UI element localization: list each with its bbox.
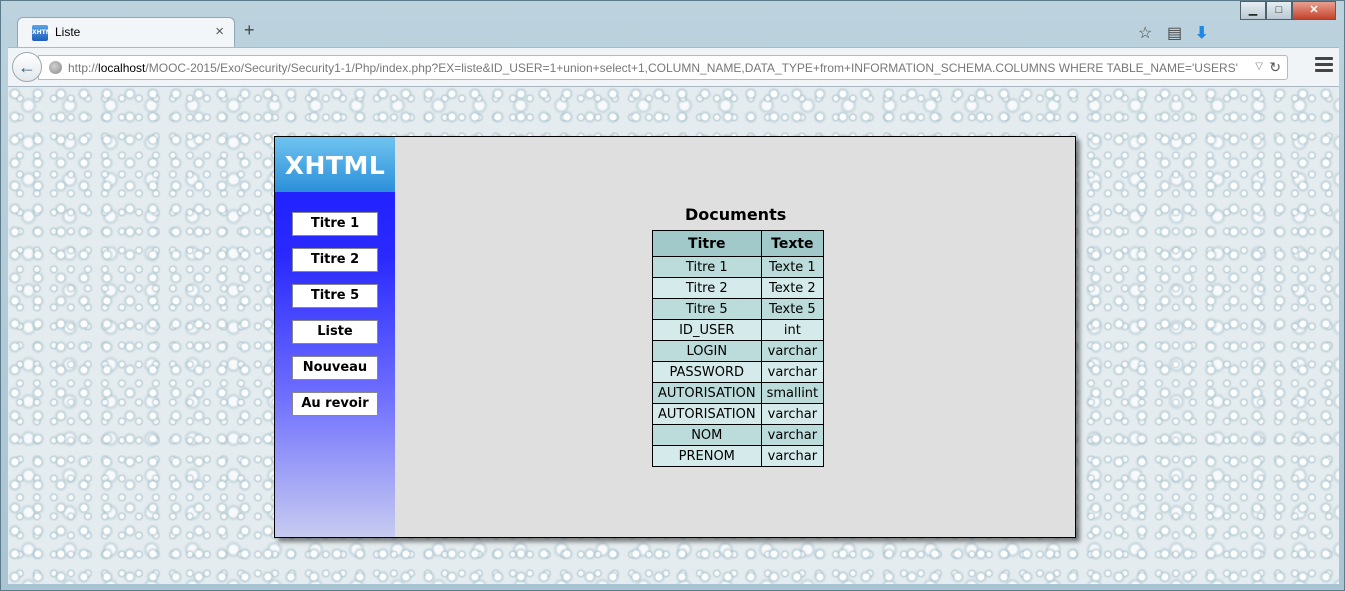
download-icon[interactable]: ⬇	[1195, 23, 1208, 43]
table-cell: varchar	[760, 340, 825, 362]
back-button[interactable]: ←	[12, 52, 42, 82]
table-cell: PASSWORD	[652, 361, 762, 383]
reload-icon[interactable]: ↻	[1269, 59, 1281, 76]
column-header-titre: Titre	[652, 230, 762, 257]
table-cell: Titre 2	[652, 277, 762, 299]
url-prefix: http://	[68, 61, 99, 75]
url-host: localhost	[98, 61, 146, 75]
column-header-texte: Texte	[760, 230, 825, 257]
url-dropdown-icon[interactable]: ▽	[1255, 61, 1263, 72]
documents-table: Titre Texte Titre 1 Texte 1 Titre 2 Text…	[652, 230, 825, 467]
table-cell: AUTORISATION	[652, 403, 762, 425]
table-cell: Texte 2	[760, 277, 825, 299]
table-row: AUTORISATION varchar	[652, 403, 825, 425]
table-cell: Titre 1	[652, 256, 762, 278]
table-row: PRENOM varchar	[652, 445, 825, 467]
table-cell: varchar	[760, 424, 825, 446]
menu-button-titre-5[interactable]: Titre 5	[292, 284, 378, 308]
bookmark-star-icon[interactable]: ☆	[1138, 23, 1152, 43]
table-cell: LOGIN	[652, 340, 762, 362]
table-cell: varchar	[760, 361, 825, 383]
table-title: Documents	[685, 205, 787, 224]
table-cell: Titre 5	[652, 298, 762, 320]
menu-button-titre-2[interactable]: Titre 2	[292, 248, 378, 272]
table-cell: varchar	[760, 445, 825, 467]
table-cell: Texte 1	[760, 256, 825, 278]
url-text[interactable]: http://localhost/MOOC-2015/Exo/Security/…	[68, 61, 1238, 75]
table-row: ID_USER int	[652, 319, 825, 341]
page-viewport: XHTML Titre 1 Titre 2 Titre 5 Liste Nouv…	[8, 87, 1339, 584]
minimize-button[interactable]: ▁	[1240, 1, 1266, 20]
globe-icon	[49, 61, 62, 74]
table-cell: PRENOM	[652, 445, 762, 467]
table-cell: AUTORISATION	[652, 382, 762, 404]
table-row: NOM varchar	[652, 424, 825, 446]
browser-window: XHTML Liste × + ▁ □ ✕ ☆ ▤ ⬇ http://local…	[0, 0, 1345, 591]
reading-list-icon[interactable]: ▤	[1167, 23, 1182, 43]
table-row: Titre 1 Texte 1	[652, 256, 825, 278]
tab-liste[interactable]: XHTML Liste ×	[17, 17, 235, 47]
url-path: /MOOC-2015/Exo/Security/Security1-1/Php/…	[145, 61, 1238, 75]
xhtml-favicon-icon: XHTML	[32, 25, 56, 41]
page-container: XHTML Titre 1 Titre 2 Titre 5 Liste Nouv…	[274, 136, 1076, 538]
new-tab-button[interactable]: +	[244, 20, 255, 41]
table-cell: NOM	[652, 424, 762, 446]
close-window-button[interactable]: ✕	[1292, 1, 1336, 20]
table-row: LOGIN varchar	[652, 340, 825, 362]
menu-button-au-revoir[interactable]: Au revoir	[292, 392, 378, 416]
menu-icon[interactable]	[1315, 57, 1333, 75]
table-cell: varchar	[760, 403, 825, 425]
menu-button-liste[interactable]: Liste	[292, 320, 378, 344]
url-bar[interactable]: http://localhost/MOOC-2015/Exo/Security/…	[38, 55, 1288, 80]
maximize-button[interactable]: □	[1266, 1, 1292, 20]
table-row: Titre 2 Texte 2	[652, 277, 825, 299]
menu-button-titre-1[interactable]: Titre 1	[292, 212, 378, 236]
tab-title: Liste	[55, 25, 81, 39]
table-row: PASSWORD varchar	[652, 361, 825, 383]
xhtml-logo: XHTML	[275, 137, 395, 192]
title-bar: XHTML Liste × + ▁ □ ✕ ☆ ▤ ⬇	[1, 1, 1344, 47]
table-header-row: Titre Texte	[652, 230, 825, 257]
close-tab-icon[interactable]: ×	[215, 23, 224, 40]
table-cell: Texte 5	[760, 298, 825, 320]
navigation-bar: http://localhost/MOOC-2015/Exo/Security/…	[8, 47, 1339, 87]
table-row: Titre 5 Texte 5	[652, 298, 825, 320]
table-cell: int	[760, 319, 825, 341]
table-row: AUTORISATION smallint	[652, 382, 825, 404]
sidebar: XHTML Titre 1 Titre 2 Titre 5 Liste Nouv…	[275, 137, 395, 537]
table-cell: smallint	[760, 382, 825, 404]
menu-button-nouveau[interactable]: Nouveau	[292, 356, 378, 380]
back-arrow-icon: ←	[18, 57, 36, 77]
window-controls: ▁ □ ✕	[1240, 1, 1336, 21]
table-cell: ID_USER	[652, 319, 762, 341]
